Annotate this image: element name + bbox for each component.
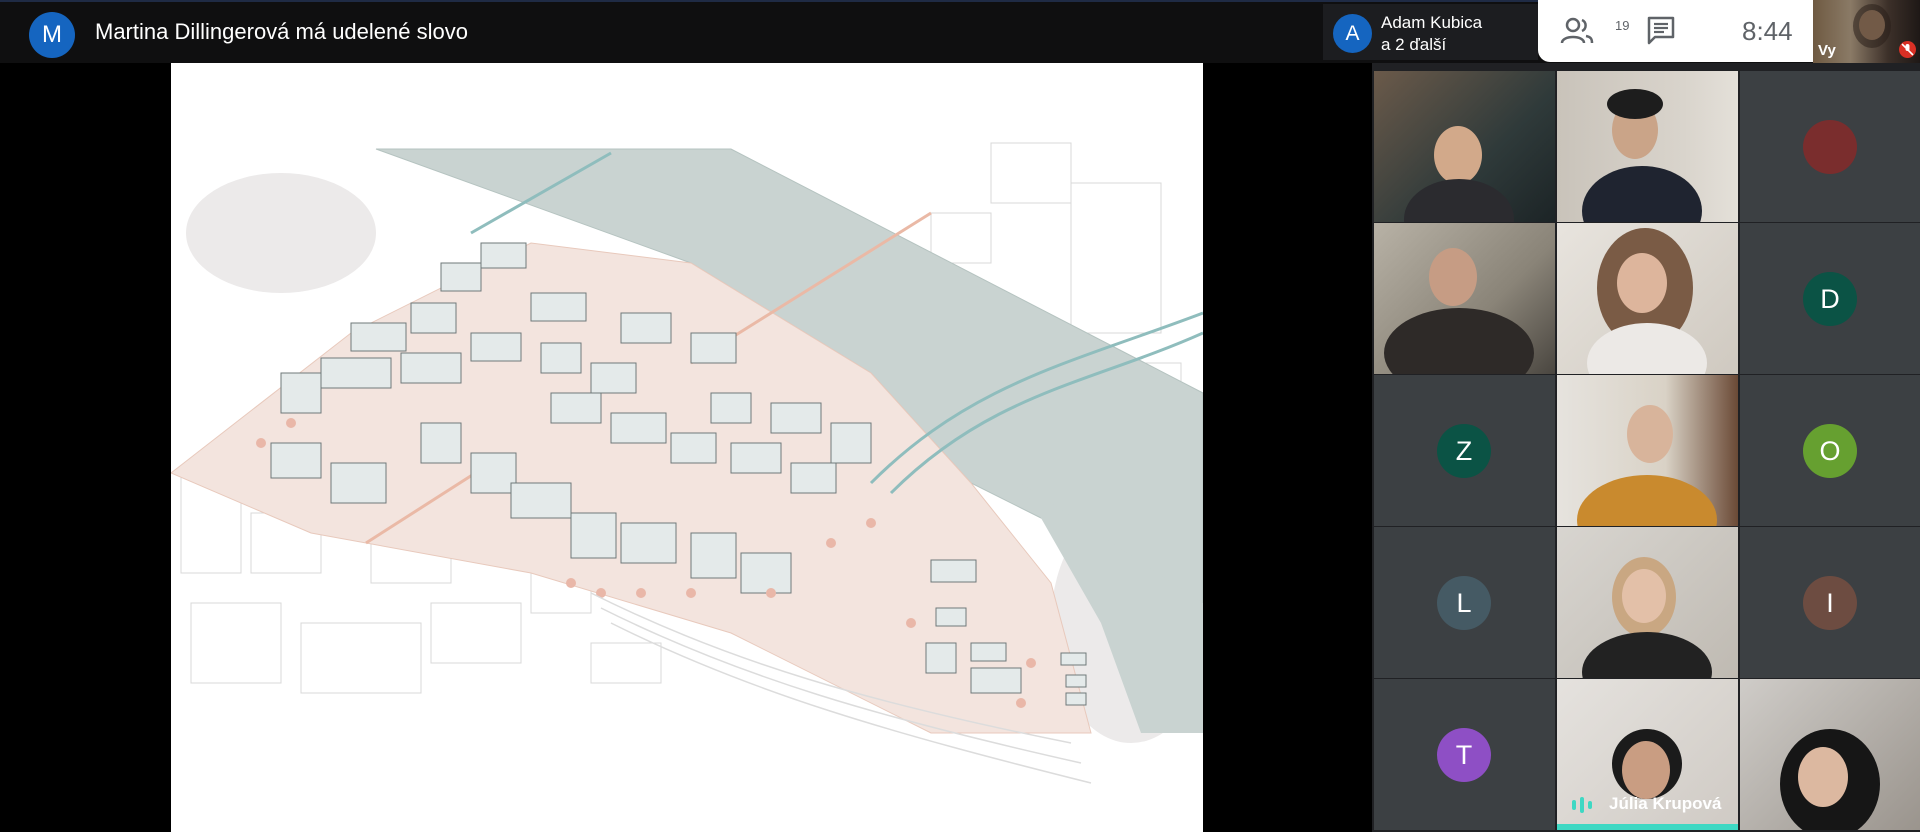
participant-tile[interactable] — [1557, 527, 1738, 678]
participant-face — [1622, 569, 1666, 623]
active-speakers-chip[interactable]: A Adam Kubica a 2 ďalší — [1323, 4, 1538, 60]
participant-tile[interactable] — [1557, 223, 1738, 374]
participant-avatar: L — [1437, 576, 1491, 630]
participant-tile[interactable] — [1557, 375, 1738, 526]
participant-tile[interactable]: D — [1740, 223, 1920, 374]
mic-off-icon — [1899, 41, 1916, 58]
participant-body — [1577, 475, 1717, 526]
participant-tile[interactable] — [1557, 71, 1738, 222]
participant-tile[interactable] — [1374, 71, 1555, 222]
participant-face — [1617, 253, 1667, 313]
chat-icon — [1647, 16, 1675, 45]
shared-slide — [171, 63, 1203, 832]
participant-body — [1582, 632, 1712, 678]
clock: 8:44 — [1742, 16, 1793, 46]
presenter-avatar: M — [29, 12, 75, 58]
participant-tile[interactable]: Z — [1374, 375, 1555, 526]
speaker-avatar: A — [1333, 14, 1372, 53]
self-label: Vy — [1818, 42, 1836, 59]
active-speaker-tile[interactable]: Júlia Krupová — [1557, 679, 1738, 830]
urban-plan-drawing — [171, 142, 1203, 784]
chat-button[interactable] — [1644, 14, 1680, 48]
speaking-indicator-icon — [1571, 796, 1593, 814]
participant-body — [1582, 166, 1702, 222]
participant-tile[interactable]: I — [1740, 527, 1920, 678]
participant-tile[interactable] — [1374, 223, 1555, 374]
participant-avatar: I — [1803, 576, 1857, 630]
participant-avatar: Z — [1437, 424, 1491, 478]
self-view-tile[interactable]: Vy — [1813, 0, 1920, 63]
participant-avatar: D — [1803, 272, 1857, 326]
participant-face — [1798, 747, 1848, 807]
people-button[interactable]: 19 — [1558, 10, 1629, 52]
participant-body — [1384, 308, 1534, 374]
participant-photo-avatar — [1803, 120, 1857, 174]
participant-tile[interactable] — [1740, 71, 1920, 222]
participant-face — [1434, 126, 1482, 184]
participant-avatar: O — [1803, 424, 1857, 478]
participant-face — [1627, 405, 1673, 463]
top-bar: M Martina Dillingerová má udelené slovo … — [0, 0, 1920, 63]
participant-avatar: T — [1437, 728, 1491, 782]
participant-face — [1429, 248, 1477, 306]
presenter-title: Martina Dillingerová má udelené slovo — [95, 19, 468, 44]
people-count: 19 — [1615, 18, 1630, 33]
speaker-name: Adam Kubica — [1381, 13, 1483, 32]
self-hair — [1853, 4, 1891, 48]
participant-tile[interactable]: O — [1740, 375, 1920, 526]
participant-grid: D Z O L I T Júlia Krupová — [1372, 63, 1920, 832]
participant-face — [1622, 741, 1670, 799]
speaker-more: a 2 ďalší — [1381, 35, 1447, 54]
participant-body — [1404, 179, 1514, 222]
speaking-bar — [1557, 824, 1738, 830]
participant-hair — [1607, 89, 1663, 119]
people-icon — [1560, 17, 1594, 44]
active-speaker-name: Júlia Krupová — [1609, 794, 1722, 813]
participant-tile[interactable]: L — [1374, 527, 1555, 678]
meeting-controls: 19 8:44 — [1538, 0, 1813, 62]
presentation-stage — [0, 63, 1372, 832]
participant-tile[interactable] — [1740, 679, 1920, 830]
participant-body — [1587, 323, 1707, 374]
participant-tile[interactable]: T — [1374, 679, 1555, 830]
